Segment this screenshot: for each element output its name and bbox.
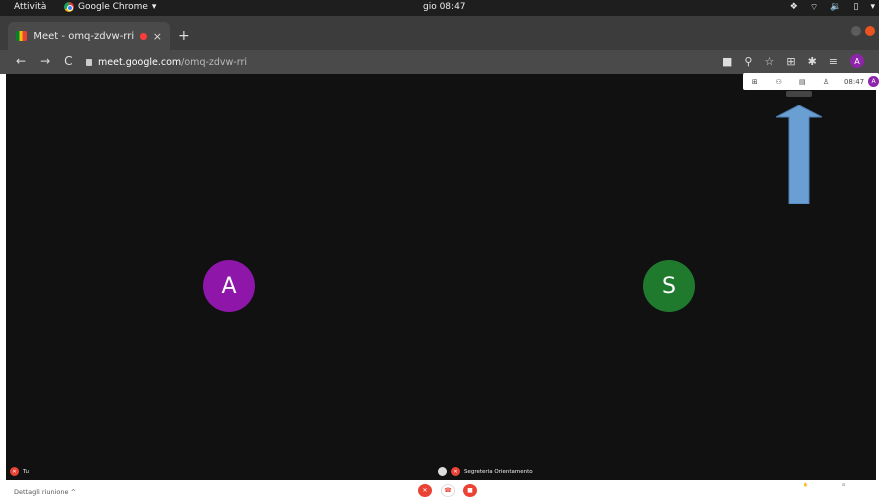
meet-bottom-bar: Dettagli riunione ^ ✕ ☎ ■ ✋ ⊡ <box>0 482 879 497</box>
hang-up-button[interactable]: ☎ <box>441 484 455 497</box>
tab-meet[interactable]: Meet - omq-zdvw-rri × <box>8 22 170 50</box>
media-queue-icon[interactable]: ≡ <box>829 55 838 68</box>
activities-icon[interactable]: ♙ <box>814 78 838 86</box>
people-icon[interactable]: ⚇ <box>767 78 791 86</box>
zoom-icon[interactable]: ⚲ <box>744 55 752 68</box>
system-tray[interactable]: ❖ ⌔ 🔉 ▯ ▾ <box>790 2 875 13</box>
mic-toggle-button[interactable]: ✕ <box>418 484 432 497</box>
chevron-up-icon: ^ <box>70 488 77 496</box>
chevron-down-icon: ▾ <box>151 2 157 12</box>
nav-buttons: ← → C <box>16 54 73 68</box>
present-now-button[interactable]: ⊡ <box>842 482 845 487</box>
annotation-arrow-icon <box>776 105 822 204</box>
address-bar[interactable]: meet.google.com/omq-zdvw-rri <box>86 53 706 71</box>
chat-icon[interactable]: ▤ <box>790 78 814 86</box>
wifi-icon[interactable]: ⌔ <box>810 2 818 13</box>
toolbar-actions: ■ ⚲ ☆ ⊞ ✱ ≡ A ⋮ <box>722 54 879 68</box>
mic-off-icon: ✕ <box>451 467 460 476</box>
grid-layout-icon[interactable]: ⊞ <box>743 78 767 86</box>
chrome-icon <box>64 2 74 12</box>
minimize-button[interactable] <box>851 26 861 36</box>
chat-tooltip <box>786 91 812 97</box>
details-label: Dettagli riunione <box>14 488 69 496</box>
other-name: Segreteria Orientamento <box>464 468 533 475</box>
menu-arrow-icon[interactable]: ▾ <box>870 2 875 13</box>
activities-button[interactable]: Attività <box>14 2 46 12</box>
battery-icon[interactable]: ▯ <box>854 2 859 13</box>
recording-indicator-icon <box>140 32 147 40</box>
pin-icon[interactable] <box>438 467 447 476</box>
system-clock[interactable]: gio 08:47 <box>423 2 466 12</box>
bookmark-star-icon[interactable]: ☆ <box>764 55 774 68</box>
meeting-clock: 08:47 <box>843 77 865 86</box>
video-grid <box>6 74 876 480</box>
extensions-puzzle-icon[interactable]: ✱ <box>808 55 817 68</box>
app-name: Google Chrome <box>78 2 148 12</box>
forward-button[interactable]: → <box>40 54 50 68</box>
meeting-details-button[interactable]: Dettagli riunione ^ <box>14 488 76 496</box>
back-button[interactable]: ← <box>16 54 26 68</box>
meet-stage <box>0 74 879 482</box>
other-name-label: ✕ Segreteria Orientamento <box>438 467 533 476</box>
url-path: /omq-zdvw-rri <box>181 56 248 68</box>
raise-hand-button[interactable]: ✋ <box>803 482 808 487</box>
browser-toolbar: ← → C meet.google.com/omq-zdvw-rri ■ ⚲ ☆… <box>0 50 879 74</box>
dropbox-icon[interactable]: ❖ <box>790 2 798 13</box>
participant-avatar-s[interactable]: S <box>643 260 695 312</box>
system-top-bar: Attività Google Chrome ▾ gio 08:47 ❖ ⌔ 🔉… <box>0 0 879 16</box>
mic-off-icon: ✕ <box>10 467 19 476</box>
reload-button[interactable]: C <box>64 54 72 68</box>
url-host: meet.google.com <box>98 56 182 68</box>
app-menu[interactable]: Google Chrome ▾ <box>64 2 156 12</box>
participant-avatar-a[interactable]: A <box>203 260 255 312</box>
profile-avatar[interactable]: A <box>850 54 864 68</box>
volume-icon[interactable]: 🔉 <box>830 2 841 13</box>
tab-title: Meet - omq-zdvw-rri <box>33 30 135 42</box>
camera-toggle-button[interactable]: ■ <box>463 484 477 497</box>
window-controls <box>851 26 875 36</box>
camera-indicator-icon[interactable]: ■ <box>722 55 732 68</box>
window-close-button[interactable] <box>865 26 875 36</box>
meet-top-panel: ⊞ ⚇ ▤ ♙ 08:47 A <box>743 73 879 90</box>
tab-close-button[interactable]: × <box>153 30 162 43</box>
lock-icon[interactable] <box>86 58 92 66</box>
tab-strip: Meet - omq-zdvw-rri × + <box>0 16 879 50</box>
grid-extension-icon[interactable]: ⊞ <box>786 55 795 68</box>
screen: Attività Google Chrome ▾ gio 08:47 ❖ ⌔ 🔉… <box>0 0 879 497</box>
new-tab-button[interactable]: + <box>178 29 190 43</box>
self-name-label: ✕ Tu <box>10 467 29 476</box>
self-avatar[interactable]: A <box>868 76 879 87</box>
self-name: Tu <box>23 468 30 475</box>
meet-favicon-icon <box>16 31 28 41</box>
